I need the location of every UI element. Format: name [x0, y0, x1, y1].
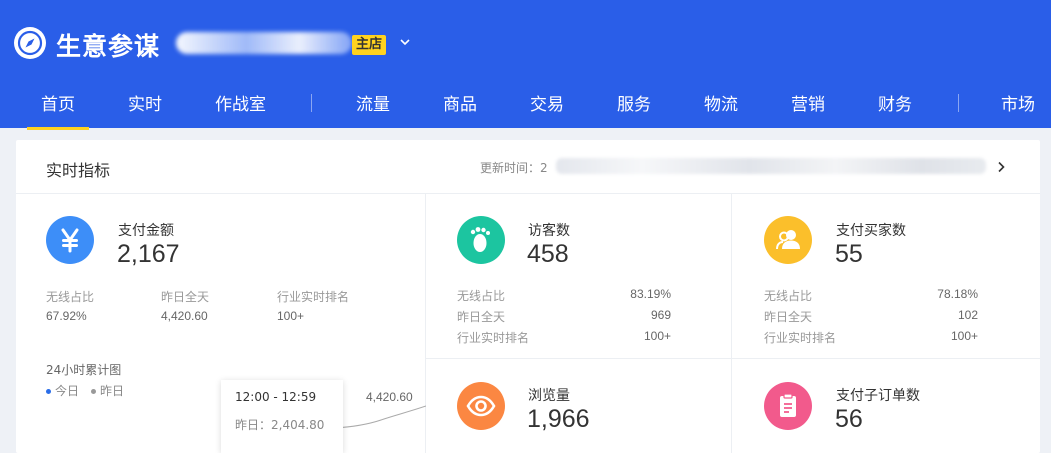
- wireless-share-label: 无线占比: [46, 290, 95, 304]
- industry-rank-label: 行业实时排名: [457, 331, 530, 345]
- yesterday-label: 昨日全天: [457, 310, 506, 324]
- eye-icon: [457, 382, 505, 430]
- chart-title: 24小时累计图: [46, 363, 122, 377]
- shop-type-badge: 主店: [352, 35, 387, 55]
- nav-marketing[interactable]: 营销: [791, 90, 825, 128]
- column-divider: [731, 194, 732, 453]
- metric-name: 浏览量: [528, 388, 570, 404]
- metric-value: 458: [527, 240, 569, 268]
- brand-title[interactable]: 生意参谋: [56, 27, 160, 63]
- legend-label: 昨日: [100, 384, 125, 398]
- users-icon: [764, 216, 812, 264]
- nav-war-room[interactable]: 作战室: [215, 90, 266, 128]
- compass-logo-icon[interactable]: [14, 27, 46, 59]
- card-header: 实时指标 更新时间：2: [16, 140, 1040, 194]
- nav-logistics[interactable]: 物流: [704, 90, 738, 128]
- card-title: 实时指标: [46, 161, 111, 180]
- chart-tooltip: 12:00 - 12:59 昨日：2,404.80: [221, 380, 343, 453]
- industry-rank-label: 行业实时排名: [764, 331, 837, 345]
- legend-today[interactable]: 今日: [46, 382, 79, 399]
- industry-rank-label: 行业实时排名: [277, 290, 350, 304]
- nav-realtime[interactable]: 实时: [128, 90, 162, 128]
- yesterday-value: 102: [957, 308, 978, 322]
- yesterday-label: 昨日全天: [161, 290, 210, 304]
- wireless-share-value: 67.92%: [46, 309, 87, 323]
- nav-service[interactable]: 服务: [617, 90, 651, 128]
- metric-value: 56: [835, 405, 863, 433]
- yen-icon: [46, 216, 94, 264]
- metric-value: 1,966: [527, 405, 590, 433]
- industry-rank-value: 100+: [277, 309, 305, 323]
- realtime-metrics-card: 实时指标 更新时间：2 支付金额 2,167 无线占比 67.92% 昨日全天 …: [16, 140, 1040, 453]
- top-bar: 生意参谋 主店: [0, 0, 1051, 80]
- update-time-label: 更新时间：2: [480, 161, 548, 175]
- industry-rank-value: 100+: [950, 329, 978, 343]
- legend-dot-yesterday: [91, 389, 96, 394]
- wireless-share-value: 78.18%: [937, 287, 978, 301]
- shop-name-blurred[interactable]: [176, 32, 352, 54]
- yesterday-cumulative-line: [334, 405, 426, 429]
- nav-traffic[interactable]: 流量: [356, 90, 390, 128]
- update-time-blurred: [556, 158, 986, 174]
- nav-products[interactable]: 商品: [443, 90, 477, 128]
- wireless-share-label: 无线占比: [457, 289, 506, 303]
- legend-label: 今日: [55, 384, 80, 398]
- metric-name: 支付子订单数: [836, 388, 920, 404]
- nav-market[interactable]: 市场: [1001, 90, 1035, 128]
- yesterday-value: 969: [650, 308, 671, 322]
- chevron-down-icon[interactable]: [397, 34, 413, 50]
- yesterday-value: 4,420.60: [161, 309, 208, 323]
- metric-name: 支付金额: [118, 223, 174, 239]
- metric-value: 2,167: [117, 240, 180, 268]
- app-header: 生意参谋 主店 首页 实时 作战室 流量 商品 交易 服务 物流 营销 财务 市…: [0, 0, 1051, 130]
- nav-finance[interactable]: 财务: [878, 90, 912, 128]
- nav-transactions[interactable]: 交易: [530, 90, 564, 128]
- metric-name: 访客数: [528, 223, 570, 239]
- legend-dot-today: [46, 389, 51, 394]
- nav-home[interactable]: 首页: [27, 90, 89, 130]
- main-nav: 首页 实时 作战室 流量 商品 交易 服务 物流 营销 财务 市场: [0, 80, 1051, 130]
- tooltip-yesterday-value: 昨日：2,404.80: [235, 418, 325, 432]
- industry-rank-value: 100+: [643, 329, 671, 343]
- footprint-icon: [457, 216, 505, 264]
- nav-divider: [958, 94, 959, 112]
- yesterday-label: 昨日全天: [764, 310, 813, 324]
- chevron-right-icon[interactable]: [994, 159, 1008, 173]
- row-divider: [425, 358, 1040, 359]
- legend-yesterday[interactable]: 昨日: [91, 382, 124, 399]
- tooltip-time-range: 12:00 - 12:59: [235, 390, 317, 404]
- clipboard-icon: [764, 382, 812, 430]
- wireless-share-value: 83.19%: [630, 287, 671, 301]
- metric-name: 支付买家数: [836, 223, 906, 239]
- wireless-share-label: 无线占比: [764, 289, 813, 303]
- nav-divider: [311, 94, 312, 112]
- metric-value: 55: [835, 240, 863, 268]
